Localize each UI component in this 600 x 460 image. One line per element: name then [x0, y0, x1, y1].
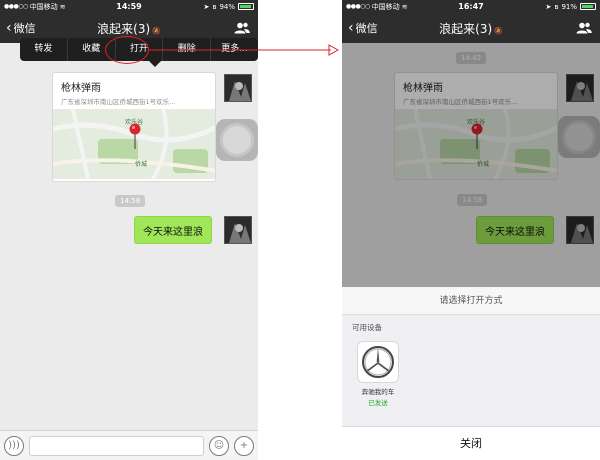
contacts-icon	[234, 22, 250, 34]
location-address: 广东省深圳市南山区侨城西街1号欢乐...	[61, 98, 176, 106]
chevron-left-icon: ‹	[348, 20, 354, 36]
time-divider: 14:58	[115, 195, 146, 207]
emoji-icon[interactable]: ☺	[209, 435, 229, 456]
location-arrow-icon: ➤	[545, 2, 552, 11]
location-map: 欢乐谷 侨城	[53, 109, 215, 179]
sheet-title: 请选择打开方式	[342, 287, 600, 315]
avatar[interactable]	[224, 74, 252, 102]
chat-title: 浪起来(3)	[439, 21, 493, 36]
location-arrow-icon: ➤	[203, 2, 210, 11]
map-pin-icon	[129, 123, 141, 149]
carrier-label: 中国移动	[29, 2, 58, 11]
avatar[interactable]	[224, 216, 252, 244]
map-label-district: 侨城	[135, 161, 148, 168]
contacts-icon	[576, 22, 592, 34]
chevron-left-icon: ‹	[6, 20, 12, 36]
battery-percent: 91%	[561, 2, 577, 11]
avatar-image	[225, 217, 251, 243]
menu-delete[interactable]: 删除	[163, 38, 212, 61]
close-button[interactable]: 关闭	[342, 426, 600, 460]
status-time: 14:59	[116, 2, 142, 11]
battery-percent: 94%	[219, 2, 235, 11]
menu-forward[interactable]: 转发	[20, 38, 68, 61]
highlight-circle	[105, 36, 149, 64]
phone-right: ●●●○○ 中国移动 ≋ 16:47 ➤ ʙ 91% ‹ 微信 浪起来(3)🔕	[342, 0, 600, 460]
assistive-touch-icon	[223, 126, 251, 154]
chat-title-wrap: 浪起来(3) 🔕	[70, 20, 188, 37]
device-status: 已发送	[368, 399, 388, 407]
signal-icon: ●●●○○	[4, 3, 28, 10]
mute-icon: 🔕	[494, 26, 503, 35]
status-time: 16:47	[458, 2, 484, 11]
chat-title-wrap: 浪起来(3) 🔕	[412, 20, 530, 37]
back-button[interactable]: ‹ 微信	[0, 20, 70, 36]
group-info-button[interactable]	[188, 22, 258, 34]
status-bar: ●●●○○ 中国移动 ≋ 14:59 ➤ ʙ 94%	[0, 0, 258, 13]
group-info-button[interactable]	[530, 22, 600, 34]
device-name: 奔驰我的车	[361, 388, 395, 396]
battery-icon	[580, 3, 596, 10]
back-label: 微信	[13, 22, 36, 35]
text-message[interactable]: 今天来这里浪	[134, 216, 212, 244]
menu-more[interactable]: 更多...	[211, 38, 258, 61]
back-button[interactable]: ‹ 微信	[342, 20, 412, 36]
status-bar: ●●●○○ 中国移动 ≋ 16:47 ➤ ʙ 91%	[342, 0, 600, 13]
mercedes-logo-icon	[357, 341, 399, 383]
avatar-image	[225, 75, 251, 101]
screenshot-canvas: ●●●○○ 中国移动 ≋ 14:59 ➤ ʙ 94% ‹ 微信 浪起来(3)🔕	[0, 0, 600, 460]
wifi-icon: ≋	[59, 2, 66, 11]
mute-icon: 🔕	[152, 26, 161, 35]
battery-icon	[238, 3, 254, 10]
input-bar: ))) ☺ +	[0, 430, 258, 460]
message-input[interactable]	[29, 435, 204, 456]
assistive-touch-button[interactable]	[216, 119, 258, 161]
voice-icon[interactable]: )))	[4, 435, 24, 456]
carrier-label: 中国移动	[371, 2, 400, 11]
nav-bar: ‹ 微信 浪起来(3) 🔕	[342, 13, 600, 43]
dim-overlay[interactable]	[342, 43, 600, 287]
bluetooth-icon: ʙ	[212, 2, 217, 11]
sheet-section-label: 可用设备	[352, 323, 382, 332]
signal-icon: ●●●○○	[346, 3, 370, 10]
open-with-sheet: 请选择打开方式 可用设备 奔驰我的车 已发送 关闭	[342, 287, 600, 460]
location-title: 枪林弹雨	[61, 83, 101, 94]
device-item[interactable]: 奔驰我的车 已发送	[354, 341, 402, 407]
chat-title: 浪起来(3)	[97, 21, 151, 36]
phone-left: ●●●○○ 中国移动 ≋ 14:59 ➤ ʙ 94% ‹ 微信 浪起来(3)🔕	[0, 0, 258, 460]
bluetooth-icon: ʙ	[554, 2, 559, 11]
back-label: 微信	[355, 22, 378, 35]
plus-icon[interactable]: +	[234, 435, 254, 456]
wifi-icon: ≋	[401, 2, 408, 11]
menu-pointer	[149, 61, 161, 67]
location-message[interactable]: 枪林弹雨 广东省深圳市南山区侨城西街1号欢乐... 欢乐谷 侨城	[52, 72, 216, 182]
